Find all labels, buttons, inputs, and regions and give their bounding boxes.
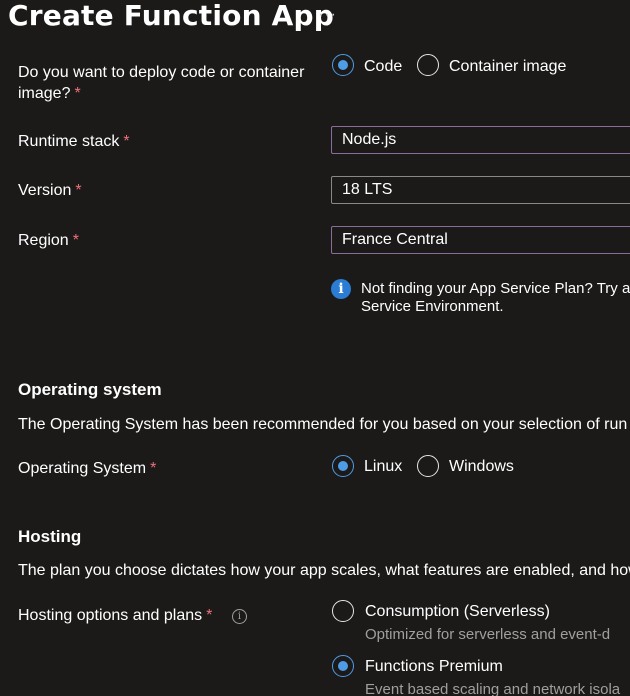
os-linux-label[interactable]: Linux [364, 458, 402, 476]
deploy-type-label: Do you want to deploy code or container … [18, 64, 305, 102]
required-marker: * [123, 133, 130, 150]
deploy-code-radio[interactable] [332, 54, 354, 76]
operating-system-heading: Operating system [18, 380, 162, 399]
region-dropdown[interactable]: France Central [331, 226, 630, 254]
more-options-button[interactable]: ··· [318, 6, 337, 24]
deploy-container-radio[interactable] [417, 54, 439, 76]
version-label: Version * [18, 182, 82, 199]
hosting-info-icon[interactable]: i [232, 609, 247, 624]
deploy-container-label[interactable]: Container image [449, 58, 566, 76]
hosting-heading: Hosting [18, 527, 82, 546]
hosting-premium-radio[interactable] [332, 655, 354, 677]
os-windows-radio[interactable] [417, 455, 439, 477]
hosting-premium-label[interactable]: Functions Premium [365, 658, 503, 676]
operating-system-description: The Operating System has been recommende… [18, 416, 628, 433]
version-dropdown[interactable]: 18 LTS [331, 176, 630, 204]
region-label: Region * [18, 232, 79, 249]
info-icon: i [331, 279, 351, 299]
required-marker: * [150, 460, 157, 477]
hosting-description: The plan you choose dictates how your ap… [18, 562, 630, 579]
os-linux-radio[interactable] [332, 455, 354, 477]
app-service-plan-info: Not finding your App Service Plan? Try a… [361, 280, 630, 315]
required-marker: * [72, 232, 79, 249]
required-marker: * [74, 85, 81, 102]
hosting-consumption-subtitle: Optimized for serverless and event-d [365, 626, 611, 643]
deploy-code-label[interactable]: Code [364, 58, 402, 76]
hosting-consumption-label[interactable]: Consumption (Serverless) [365, 603, 550, 621]
hosting-premium-subtitle: Event based scaling and network isola [365, 681, 621, 696]
page-title: Create Function App [8, 0, 335, 32]
title-bar: Create Function App ··· [0, 0, 630, 36]
hosting-options-label: Hosting options and plans * [18, 607, 213, 624]
required-marker: * [75, 182, 82, 199]
os-windows-label[interactable]: Windows [449, 458, 514, 476]
hosting-consumption-radio[interactable] [332, 600, 354, 622]
runtime-stack-dropdown[interactable]: Node.js [331, 126, 630, 154]
required-marker: * [206, 607, 213, 624]
operating-system-label: Operating System * [18, 460, 157, 477]
runtime-stack-label: Runtime stack * [18, 133, 130, 150]
create-function-app-page: Do you want to deploy code or container … [0, 0, 630, 696]
